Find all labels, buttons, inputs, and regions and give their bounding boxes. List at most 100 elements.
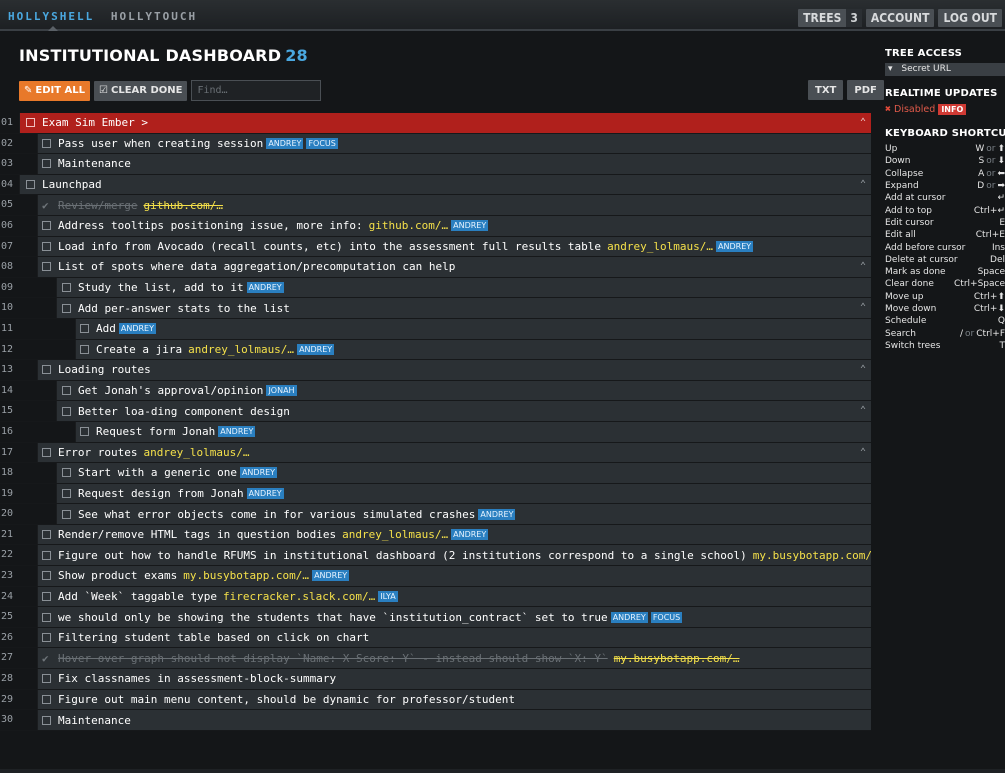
task-checkbox[interactable] <box>80 324 89 334</box>
task-checkbox[interactable] <box>42 221 51 231</box>
export-pdf-button[interactable]: PDF <box>847 80 884 100</box>
tree-row-body[interactable]: Load info from Avocado (recall counts, e… <box>37 236 871 257</box>
user-tag[interactable]: ILYA <box>378 590 398 602</box>
user-tag[interactable]: ANDREY <box>297 343 335 355</box>
task-checkbox[interactable] <box>42 447 51 457</box>
tree-row-body[interactable]: Add ANDREY <box>75 318 871 339</box>
tree-row-body[interactable]: Add per-answer stats to the list ⌃ <box>56 298 871 318</box>
collapse-icon[interactable]: ⌃ <box>860 117 866 128</box>
tree-row-body[interactable]: Address tooltips positioning issue, more… <box>37 215 871 236</box>
tree-row-body[interactable]: Add `Week` taggable type firecracker.slac… <box>37 586 871 607</box>
user-tag[interactable]: ANDREY <box>312 570 350 582</box>
tree-row[interactable]: 17 Error routes andrey_lolmaus/… ⌃ <box>0 442 871 464</box>
tree-row-body[interactable]: Fix classnames in assessment-block-summa… <box>37 669 871 689</box>
tree-row-body[interactable]: ✔ Hover over graph should not display `Na… <box>37 648 871 669</box>
account-button[interactable]: ACCOUNT <box>865 9 935 27</box>
tree-row-body[interactable]: Figure out how to handle RFUMS in instit… <box>37 545 871 566</box>
task-link[interactable]: my.busybotapp.com/… <box>753 549 871 562</box>
task-checkbox[interactable] <box>42 262 51 272</box>
tree-row-body[interactable]: Figure out main menu content, should be … <box>37 689 871 710</box>
tree-row[interactable]: 30 Maintenance <box>0 710 871 731</box>
task-checkbox[interactable] <box>42 571 51 581</box>
user-tag[interactable]: ANDREY <box>451 529 489 541</box>
tree-row[interactable]: 18 Start with a generic one ANDREY <box>0 463 871 484</box>
tree-row-body[interactable]: Maintenance <box>37 154 871 174</box>
checkmark-icon[interactable]: ✔ <box>42 653 51 664</box>
tree-row[interactable]: 11 Add ANDREY <box>0 318 871 340</box>
task-checkbox[interactable] <box>42 530 51 540</box>
tree-row[interactable]: 06 Address tooltips positioning issue, mo… <box>0 215 871 237</box>
tree-row[interactable]: 23 Show product exams my.busybotapp.com/… A… <box>0 566 871 587</box>
task-link[interactable]: andrey_lolmaus/… <box>342 528 448 541</box>
logout-button[interactable]: LOG OUT <box>938 9 1002 27</box>
tree-row[interactable]: 09 Study the list, add to it ANDREY <box>0 277 871 299</box>
task-checkbox[interactable] <box>42 591 51 601</box>
tree-row[interactable]: 08 List of spots where data aggregation/p… <box>0 257 871 278</box>
task-link[interactable]: github.com/… <box>369 219 448 232</box>
task-checkbox[interactable] <box>80 344 89 354</box>
user-tag[interactable]: FOCUS <box>306 137 338 149</box>
collapse-icon[interactable]: ⌃ <box>860 447 866 458</box>
collapse-icon[interactable]: ⌃ <box>860 302 866 313</box>
tree-row-body[interactable]: Create a jira andrey_lolmaus/… ANDREY <box>75 339 871 360</box>
tree-row-body[interactable]: Loading routes ⌃ <box>37 360 871 380</box>
user-tag[interactable]: FOCUS <box>650 611 683 623</box>
task-link[interactable]: github.com/… <box>143 199 222 212</box>
tree-row[interactable]: 20 See what error objects come in for var… <box>0 504 871 525</box>
task-checkbox[interactable] <box>62 386 71 396</box>
tree-row[interactable]: 14 Get Jonah's approval/opinion JONAH <box>0 380 871 402</box>
collapse-icon[interactable]: ⌃ <box>860 179 866 190</box>
collapse-icon[interactable]: ⌃ <box>860 261 866 272</box>
tree-row[interactable]: 26 Filtering student table based on click… <box>0 627 871 649</box>
user-tag[interactable]: ANDREY <box>246 282 284 294</box>
tree-row[interactable]: 01 Exam Sim Ember > ⌃ <box>0 113 871 134</box>
collapse-icon[interactable]: ⌃ <box>860 405 866 416</box>
task-checkbox[interactable] <box>42 674 51 684</box>
task-checkbox[interactable] <box>42 241 51 251</box>
tree-row[interactable]: 28 Fix classnames in assessment-block-sum… <box>0 669 871 690</box>
tree-row-body[interactable]: Get Jonah's approval/opinion JONAH <box>56 380 871 401</box>
tree-row[interactable]: 27 ✔ Hover over graph should not display `… <box>0 648 871 670</box>
tree-row[interactable]: 25 we should only be showing the students… <box>0 607 871 628</box>
task-link[interactable]: firecracker.slack.com/… <box>223 590 375 603</box>
tree-row[interactable]: 15 Better loa-ding component design ⌃ <box>0 401 871 422</box>
task-checkbox[interactable] <box>62 509 71 519</box>
tree-row[interactable]: 02 Pass user when creating session ANDREY F… <box>0 133 871 155</box>
tree-row[interactable]: 04 Launchpad ⌃ <box>0 174 871 196</box>
task-checkbox[interactable] <box>42 612 51 622</box>
task-checkbox[interactable] <box>26 118 35 128</box>
collapse-icon[interactable]: ⌃ <box>860 364 866 375</box>
brand-primary-link[interactable]: HOLLYSHELL <box>8 10 94 23</box>
tree-row-body[interactable]: Better loa-ding component design ⌃ <box>56 401 871 421</box>
task-checkbox[interactable] <box>62 468 71 478</box>
user-tag[interactable]: ANDREY <box>266 137 304 149</box>
task-checkbox[interactable] <box>62 406 71 416</box>
task-checkbox[interactable] <box>42 159 51 169</box>
tree-row[interactable]: 10 Add per-answer stats to the list ⌃ <box>0 298 871 319</box>
tree-row[interactable]: 19 Request design from Jonah ANDREY <box>0 483 871 505</box>
find-input[interactable] <box>191 80 322 101</box>
tree-row[interactable]: 03 Maintenance <box>0 154 871 175</box>
user-tag[interactable]: ANDREY <box>610 611 648 623</box>
tree-row-body[interactable]: Request design from Jonah ANDREY <box>56 483 871 504</box>
brand-secondary-link[interactable]: HOLLYTOUCH <box>111 10 197 23</box>
task-checkbox[interactable] <box>42 365 51 375</box>
user-tag[interactable]: ANDREY <box>239 467 278 479</box>
tree-row-body[interactable]: Maintenance <box>37 710 871 730</box>
user-tag[interactable]: ANDREY <box>478 508 516 520</box>
realtime-info-badge[interactable]: INFO <box>938 104 967 115</box>
tree-row-body[interactable]: Show product exams my.busybotapp.com/… AND… <box>37 566 871 586</box>
tree-row-body[interactable]: List of spots where data aggregation/pre… <box>37 257 871 277</box>
tree-row-body[interactable]: See what error objects come in for vario… <box>56 504 871 524</box>
task-link[interactable]: andrey_lolmaus/… <box>607 240 713 253</box>
tree-row[interactable]: 29 Figure out main menu content, should b… <box>0 689 871 711</box>
task-checkbox[interactable] <box>62 283 71 293</box>
clear-done-button[interactable]: ☑ CLEAR DONE <box>94 80 188 101</box>
user-tag[interactable]: JONAH <box>266 385 297 397</box>
user-tag[interactable]: ANDREY <box>451 220 489 232</box>
task-checkbox[interactable] <box>62 488 71 498</box>
tree-row[interactable]: 21 Render/remove HTML tags in question bo… <box>0 524 871 546</box>
task-link[interactable]: andrey_lolmaus/… <box>188 343 294 356</box>
checkmark-icon[interactable]: ✔ <box>42 200 51 211</box>
task-link[interactable]: my.busybotapp.com/… <box>183 569 309 582</box>
